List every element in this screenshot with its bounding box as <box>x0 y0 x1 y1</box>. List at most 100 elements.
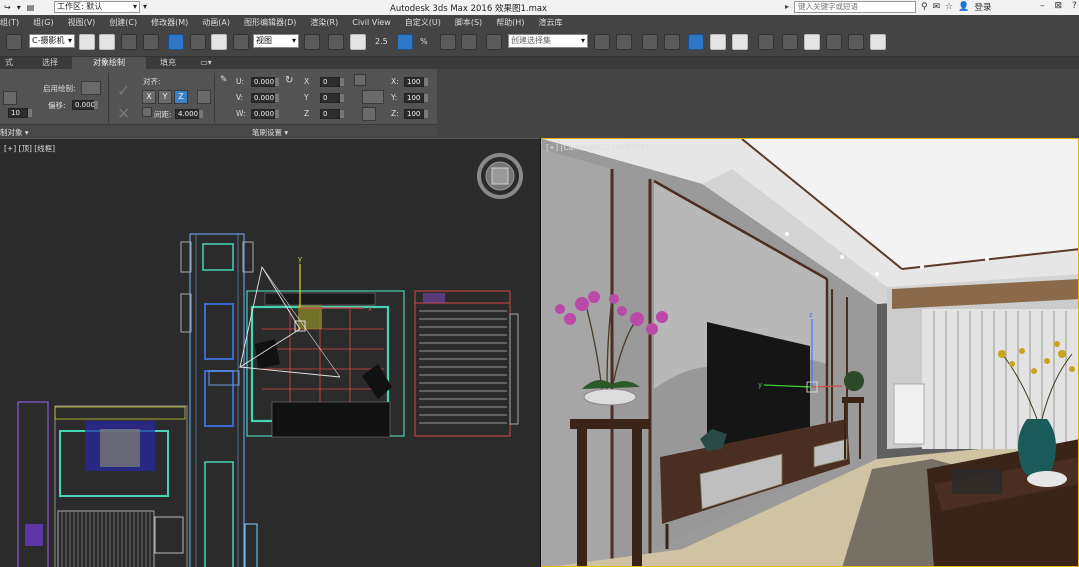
rectangular-selection-icon[interactable] <box>121 34 137 50</box>
rendered-frame-window-icon[interactable] <box>782 34 798 50</box>
rotate-z-spinner[interactable]: 0 <box>320 109 344 119</box>
pivot-center-icon[interactable] <box>304 34 320 50</box>
scale-icon[interactable] <box>354 74 366 86</box>
edit-named-selection-icon[interactable] <box>461 34 477 50</box>
menu-item-graph-editors[interactable]: 图形编辑器(D) <box>244 17 296 28</box>
render-iterative-icon[interactable] <box>826 34 842 50</box>
toggle-ribbon-icon[interactable] <box>664 34 680 50</box>
pencil-icon[interactable]: ✎ <box>220 75 228 85</box>
spacing-icon[interactable] <box>142 107 152 117</box>
tab-populate[interactable]: 填充 <box>148 57 188 69</box>
ribbon-options-icon[interactable]: ▭▾ <box>196 57 216 69</box>
select-by-name-icon[interactable] <box>99 34 115 50</box>
tab-modeling[interactable]: 式 <box>0 57 18 69</box>
keyboard-shortcut-icon[interactable] <box>350 34 366 50</box>
scale-lock-icon[interactable] <box>362 107 376 121</box>
material-editor-icon[interactable] <box>732 34 748 50</box>
paint-object-icon[interactable] <box>3 91 17 105</box>
viewport-camera-label[interactable]: [+] [Camera001] [明暗处理] <box>546 142 648 153</box>
menu-item-render-cloud[interactable]: 渲云库 <box>538 17 562 28</box>
curve-editor-icon[interactable] <box>688 34 704 50</box>
select-and-scale-icon[interactable] <box>211 34 227 50</box>
workspace-menu-icon[interactable]: ▾ <box>143 2 147 11</box>
scale-y-spinner[interactable]: 100 <box>404 93 428 103</box>
named-selection-icon[interactable] <box>486 34 502 50</box>
subscription-icon[interactable]: ✉ <box>933 2 941 12</box>
viewcube-icon[interactable] <box>477 153 523 199</box>
select-and-rotate-icon[interactable] <box>190 34 206 50</box>
help-icon[interactable]: ? <box>1072 1 1077 11</box>
favorites-star-icon[interactable]: ☆ <box>945 2 953 12</box>
select-and-move-icon[interactable] <box>168 34 184 50</box>
schematic-view-icon[interactable] <box>710 34 726 50</box>
redo-icon[interactable]: ↪ <box>4 3 11 12</box>
window-crossing-icon[interactable] <box>143 34 159 50</box>
paint-objects-group-label[interactable]: 制对象 ▾ <box>0 127 29 138</box>
paint-brush-icon[interactable] <box>81 81 101 95</box>
spacing-spinner[interactable]: 4.000 <box>175 109 203 119</box>
menu-item-animation[interactable]: 动画(A) <box>202 17 230 28</box>
tab-object-paint[interactable]: 对象绘制 <box>72 57 146 69</box>
expand-search-icon[interactable]: ▸ <box>785 2 789 11</box>
mirror-icon[interactable] <box>594 34 610 50</box>
menu-item-scripting[interactable]: 脚本(S) <box>455 17 482 28</box>
dropdown-icon[interactable]: ▾ <box>17 3 21 12</box>
align-to-surface-icon[interactable] <box>197 90 211 104</box>
spinner-snap-icon[interactable] <box>440 34 456 50</box>
tab-selection[interactable]: 选择 <box>30 57 70 69</box>
left-spinner[interactable]: 10 <box>8 108 32 118</box>
render-cloud-icon[interactable] <box>848 34 864 50</box>
menu-item-help[interactable]: 帮助(H) <box>496 17 524 28</box>
scale-z-spinner[interactable]: 100 <box>404 109 428 119</box>
viewport-top[interactable]: [+] [顶] [线框] y x <box>0 138 540 567</box>
render-setup-icon[interactable] <box>758 34 774 50</box>
viewport-camera[interactable]: z y [+] [Camera001] [明暗处理] <box>541 138 1079 567</box>
offset-spinner[interactable]: 0.000 <box>72 100 98 110</box>
select-object-icon[interactable] <box>79 34 95 50</box>
menu-item-group-t[interactable]: 组(T) <box>0 17 19 28</box>
menu-item-group[interactable]: 组(G) <box>33 17 53 28</box>
search-input[interactable]: 键入关键字或短语 <box>794 1 916 13</box>
u-spinner[interactable]: 0.000 <box>251 77 279 87</box>
cross-icon[interactable]: ✕ <box>117 104 130 123</box>
v-spinner[interactable]: 0.000 <box>251 93 279 103</box>
w-spinner[interactable]: 0.000 <box>251 109 279 119</box>
scale-x-spinner[interactable]: 100 <box>404 77 428 87</box>
menu-item-rendering[interactable]: 渲染(R) <box>310 17 338 28</box>
selection-filter-dropdown[interactable]: C-摄影机 ▾ <box>29 34 75 48</box>
brush-settings-group-label[interactable]: 笔刷设置 ▾ <box>252 127 288 138</box>
rotate-icon[interactable]: ↻ <box>285 75 293 86</box>
layer-explorer-icon[interactable] <box>642 34 658 50</box>
render-queue-icon[interactable] <box>870 34 886 50</box>
rotate-x-spinner[interactable]: 0 <box>320 77 344 87</box>
select-and-place-icon[interactable] <box>233 34 249 50</box>
menu-item-modifiers[interactable]: 修改器(M) <box>151 17 188 28</box>
restore-icon[interactable]: ⊠ <box>1055 1 1063 11</box>
workspace-selector[interactable]: 工作区: 默认 ▾ <box>54 1 140 13</box>
align-x-button[interactable]: X <box>142 90 156 104</box>
user-icon[interactable]: 👤 <box>958 2 969 12</box>
check-icon[interactable]: ✓ <box>117 81 130 100</box>
minimize-icon[interactable]: – <box>1040 1 1045 11</box>
angle-snap-icon[interactable] <box>397 34 413 50</box>
manipulate-icon[interactable] <box>328 34 344 50</box>
menu-item-customize[interactable]: 自定义(U) <box>405 17 441 28</box>
named-selection-value: 创建选择集 <box>511 36 551 45</box>
align-icon[interactable] <box>616 34 632 50</box>
render-production-icon[interactable] <box>804 34 820 50</box>
scale-mode-icon[interactable] <box>362 90 384 104</box>
named-selection-dropdown[interactable]: 创建选择集 ▾ <box>508 34 588 48</box>
login-link[interactable]: 登录 <box>974 1 991 13</box>
menu-item-view[interactable]: 视图(V) <box>68 17 96 28</box>
menu-item-create[interactable]: 创建(C) <box>109 17 137 28</box>
snap-toggle[interactable]: 2.5 <box>375 37 388 46</box>
rotate-y-spinner[interactable]: 0 <box>320 93 344 103</box>
binoculars-icon[interactable]: ⚲ <box>921 2 928 12</box>
align-z-button[interactable]: Z <box>174 90 188 104</box>
link-icon[interactable] <box>6 34 22 50</box>
percent-snap-icon[interactable]: % <box>420 37 428 46</box>
file-icon[interactable]: ▤ <box>27 3 35 12</box>
reference-coordinate-dropdown[interactable]: 视图 ▾ <box>253 34 299 48</box>
align-y-button[interactable]: Y <box>158 90 172 104</box>
menu-item-civil-view[interactable]: Civil View <box>352 18 391 27</box>
